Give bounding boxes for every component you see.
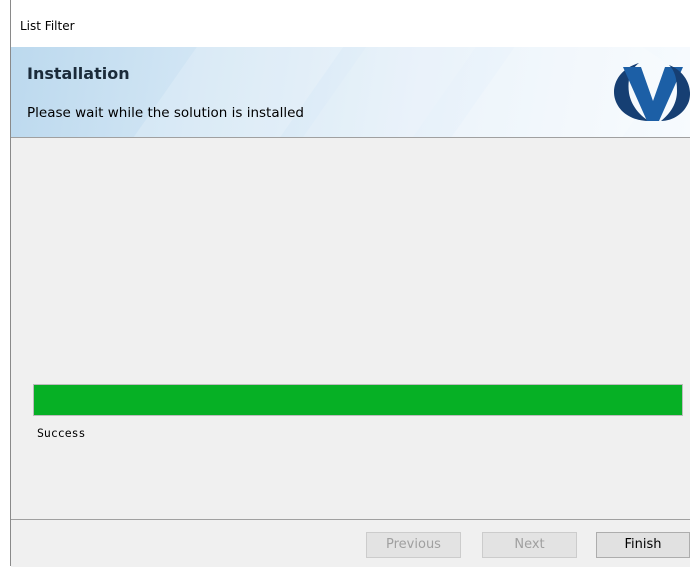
status-text: Success — [37, 426, 86, 440]
previous-button[interactable]: Previous — [366, 532, 461, 558]
title-bar[interactable]: List Filter — [11, 0, 690, 47]
progress-bar — [33, 384, 683, 416]
page-heading: Installation — [27, 64, 130, 83]
installer-window: List Filter Installation Please wait whi… — [10, 0, 690, 567]
content-area: Success — [11, 138, 690, 519]
header-banner: Installation Please wait while the solut… — [11, 47, 690, 138]
finish-button[interactable]: Finish — [596, 532, 690, 558]
banner-decoration — [97, 47, 345, 137]
v-logo-icon — [614, 63, 690, 121]
next-button[interactable]: Next — [482, 532, 577, 558]
window-title: List Filter — [20, 19, 75, 33]
progress-fill — [34, 385, 682, 415]
page-subheading: Please wait while the solution is instal… — [27, 105, 305, 121]
button-bar: Previous Next Finish — [11, 519, 690, 567]
